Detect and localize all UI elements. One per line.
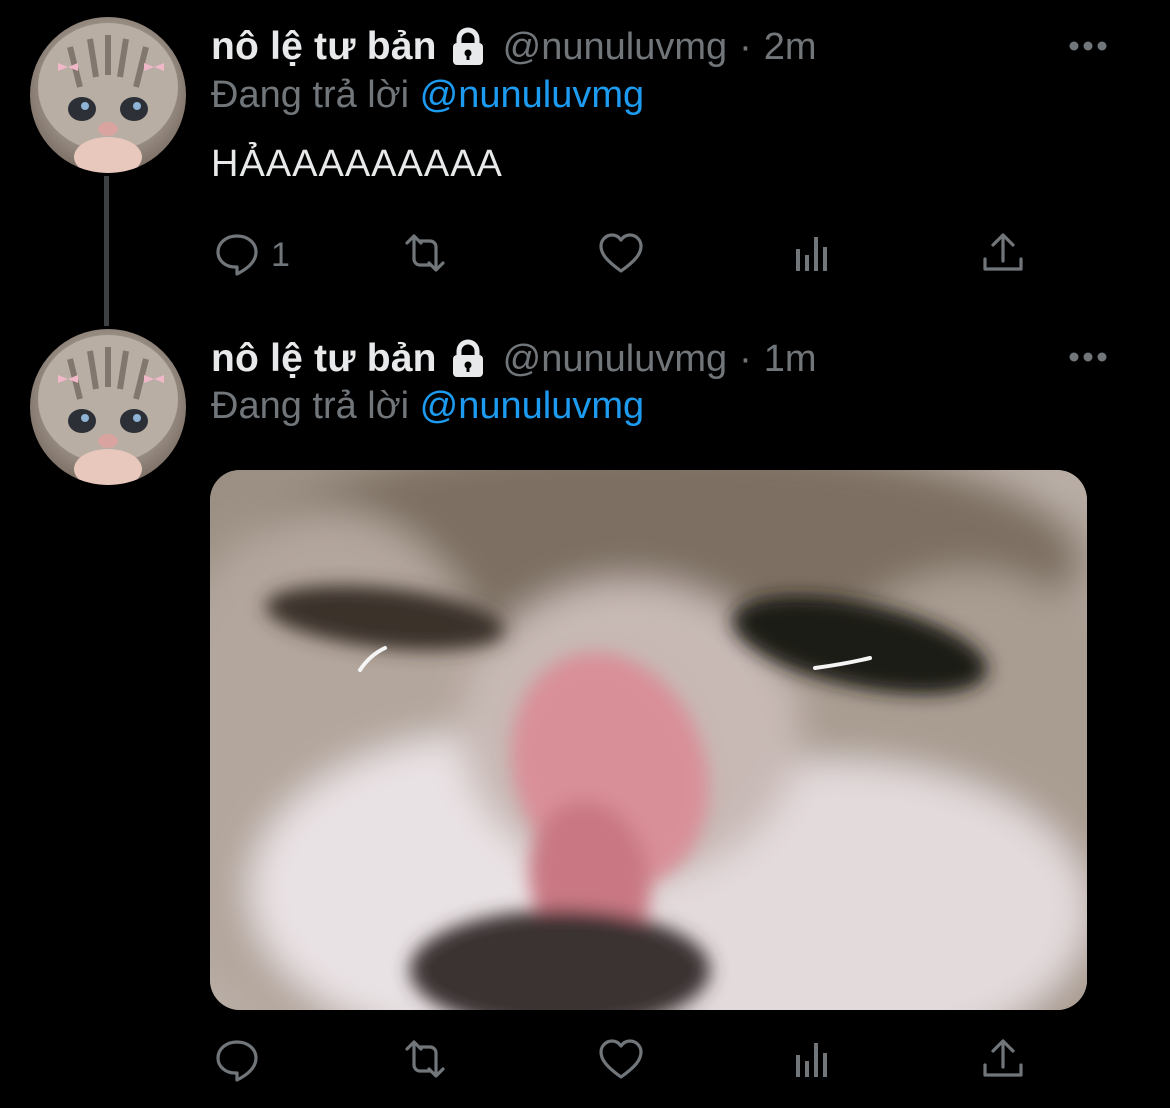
timestamp[interactable]: 1m (764, 338, 817, 381)
display-name[interactable]: nô lệ tư bản (211, 337, 437, 381)
share-icon (979, 1035, 1027, 1088)
reply-icon (213, 1035, 261, 1088)
lock-icon (447, 338, 489, 380)
handle[interactable]: @nunuluvmg (503, 338, 727, 381)
share-button[interactable] (979, 1036, 1027, 1086)
retweet-icon (401, 1035, 449, 1088)
like-icon (597, 1035, 645, 1088)
reply-button[interactable] (213, 1036, 271, 1086)
like-button[interactable] (597, 1036, 645, 1086)
analytics-icon (789, 1035, 837, 1088)
separator-dot: · (739, 337, 752, 380)
retweet-button[interactable] (401, 1036, 449, 1086)
mention-link[interactable]: @nunuluvmg (420, 385, 644, 427)
tweet-media-image[interactable] (210, 470, 1087, 1010)
tweet-header: nô lệ tư bản @nunuluvmg · 1m (211, 329, 817, 389)
replying-to-label: Đang trả lời (211, 385, 410, 427)
action-bar (211, 1036, 1041, 1086)
analytics-button[interactable] (789, 1036, 837, 1086)
avatar[interactable] (30, 329, 186, 485)
replying-to: Đang trả lời @nunuluvmg (211, 385, 644, 428)
tweet-2[interactable]: nô lệ tư bản @nunuluvmg · 1m Đang trả lờ… (0, 0, 1170, 1108)
more-icon[interactable] (1068, 350, 1108, 362)
